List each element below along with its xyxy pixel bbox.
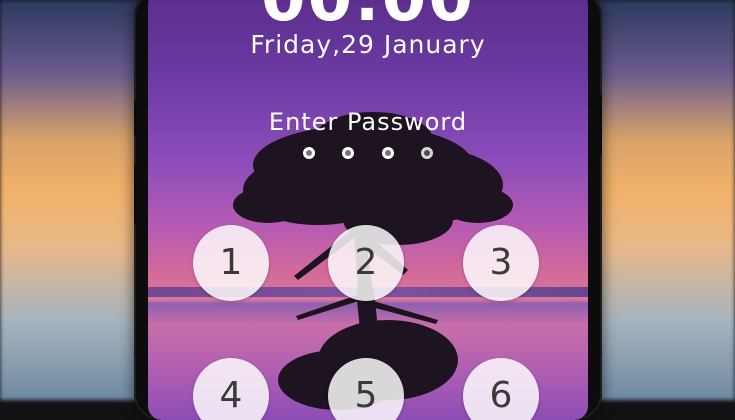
volume-down-button [134,165,140,225]
password-prompt: Enter Password [268,108,468,136]
tree-silhouette-icon [233,112,513,410]
pin-dot-3 [381,147,394,159]
date-label: Friday,29 January [250,30,486,59]
lock-screen: 00:00 Friday,29 January Enter Password 1… [148,0,588,420]
keypad-key-3[interactable]: 3 [463,225,539,301]
pin-dot-1 [303,147,316,159]
blurred-background-right [585,0,735,400]
keypad-key-1[interactable]: 1 [193,225,269,301]
blurred-background-left [0,0,150,400]
pin-dot-2 [342,147,355,159]
keypad-key-2[interactable]: 2 [328,225,404,301]
pin-indicator [148,144,588,163]
pin-dot-4 [420,147,433,159]
power-button [596,95,602,155]
volume-up-button [134,100,140,136]
